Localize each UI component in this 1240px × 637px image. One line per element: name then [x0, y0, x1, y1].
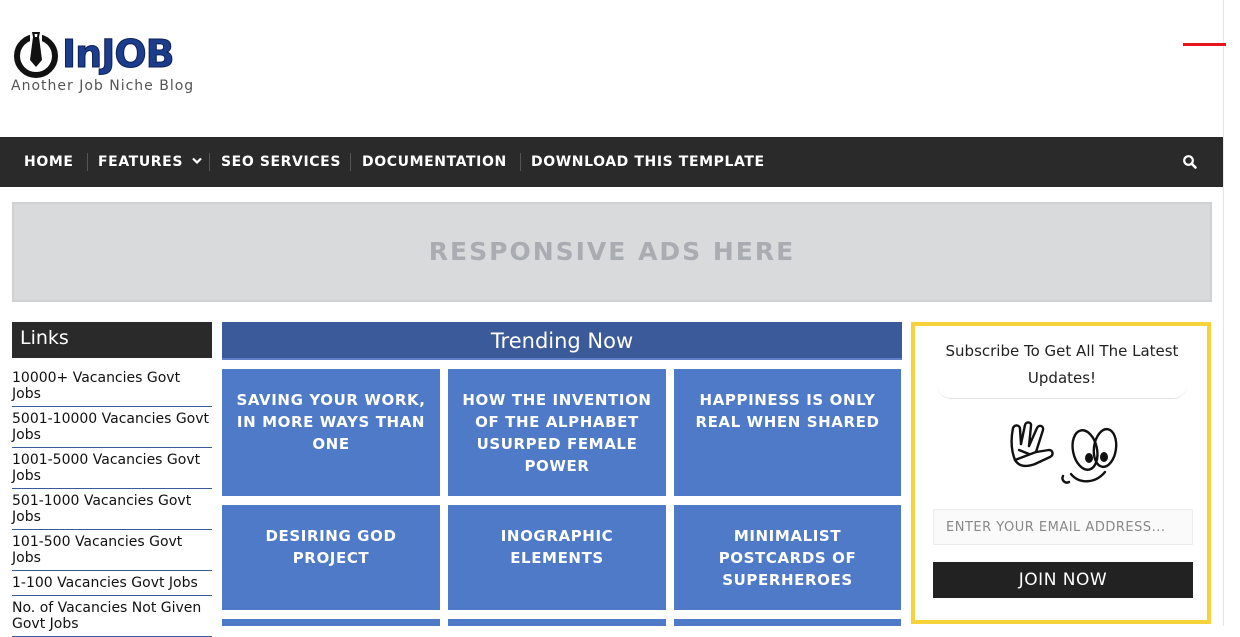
- ads-banner[interactable]: RESPONSIVE ADS HERE: [12, 202, 1212, 302]
- nav-separator: [520, 153, 521, 171]
- power-tie-icon: [14, 30, 58, 78]
- nav-item-features-label: FEATURES: [98, 154, 184, 170]
- link-item[interactable]: 5001-10000 Vacancies Govt Jobs: [12, 407, 212, 448]
- nav-item-features[interactable]: FEATURES: [98, 137, 202, 187]
- menu-toggle-line[interactable]: [1183, 43, 1226, 46]
- main-navigation: HOME FEATURES SEO SERVICES DOCUMENTATION…: [0, 137, 1223, 187]
- trending-card[interactable]: [674, 619, 901, 626]
- page-scrollbar[interactable]: [1223, 0, 1240, 626]
- ads-banner-text: RESPONSIVE ADS HERE: [428, 237, 796, 266]
- trending-now-widget: Trending Now SAVING YOUR WORK, IN MORE W…: [222, 322, 902, 626]
- link-item[interactable]: 1001-5000 Vacancies Govt Jobs: [12, 448, 212, 489]
- link-item[interactable]: No. of Vacancies Not Given Govt Jobs: [12, 596, 212, 637]
- link-item[interactable]: 1-100 Vacancies Govt Jobs: [12, 571, 212, 596]
- link-item[interactable]: 501-1000 Vacancies Govt Jobs: [12, 489, 212, 530]
- trending-now-title: Trending Now: [222, 322, 902, 360]
- join-now-button[interactable]: JOIN NOW: [933, 562, 1193, 598]
- nav-item-home[interactable]: HOME: [24, 137, 74, 187]
- link-item[interactable]: 10000+ Vacancies Govt Jobs: [12, 366, 212, 407]
- trending-card[interactable]: HOW THE INVENTION OF THE ALPHABET USURPE…: [448, 369, 666, 496]
- email-input[interactable]: [933, 509, 1193, 545]
- links-widget-title: Links: [12, 322, 212, 358]
- trending-card[interactable]: INOGRAPHIC ELEMENTS: [448, 505, 666, 610]
- logo-text: InJOB: [62, 32, 176, 77]
- nav-separator: [87, 153, 88, 171]
- trending-card[interactable]: MINIMALIST POSTCARDS OF SUPERHEROES: [674, 505, 901, 610]
- nav-separator: [350, 153, 351, 171]
- waving-hand-eyes-icon: [1010, 421, 1118, 484]
- trending-card[interactable]: DESIRING GOD PROJECT: [222, 505, 440, 610]
- links-list: 10000+ Vacancies Govt Jobs 5001-10000 Va…: [12, 366, 212, 637]
- trending-card[interactable]: [448, 619, 666, 626]
- trending-card[interactable]: [222, 619, 440, 626]
- trending-card[interactable]: SAVING YOUR WORK, IN MORE WAYS THAN ONE: [222, 369, 440, 496]
- nav-item-seo-services[interactable]: SEO SERVICES: [221, 137, 341, 187]
- subscribe-text: Subscribe To Get All The Latest Updates!: [937, 338, 1187, 399]
- subscribe-widget: Subscribe To Get All The Latest Updates!…: [911, 322, 1211, 624]
- link-item[interactable]: 101-500 Vacancies Govt Jobs: [12, 530, 212, 571]
- nav-item-download-template[interactable]: DOWNLOAD THIS TEMPLATE: [531, 137, 765, 187]
- search-icon[interactable]: [1182, 154, 1198, 170]
- links-widget: Links 10000+ Vacancies Govt Jobs 5001-10…: [12, 322, 212, 637]
- nav-separator: [209, 153, 210, 171]
- trending-card[interactable]: HAPPINESS IS ONLY REAL WHEN SHARED: [674, 369, 901, 496]
- chevron-down-icon: [191, 157, 202, 165]
- site-tagline: Another Job Niche Blog: [11, 78, 195, 94]
- nav-item-documentation[interactable]: DOCUMENTATION: [362, 137, 507, 187]
